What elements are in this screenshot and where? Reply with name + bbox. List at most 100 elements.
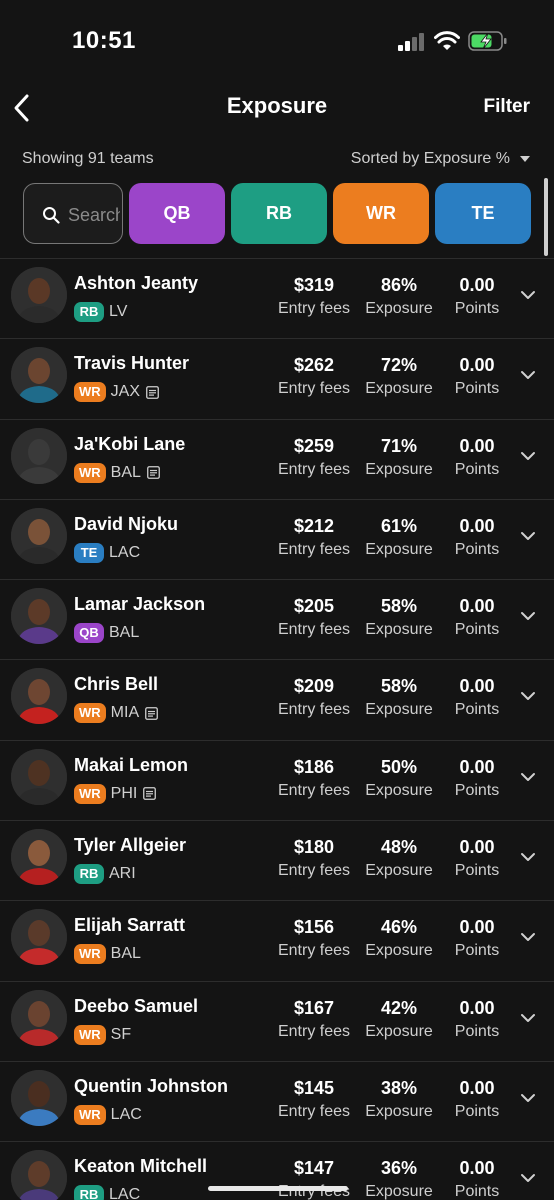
search-input[interactable] (68, 202, 120, 228)
entry-fees-value: $319 (293, 275, 335, 295)
player-name: Keaton Mitchell (74, 1156, 208, 1177)
chip-wr[interactable]: WR (333, 183, 429, 244)
scrollbar[interactable] (544, 178, 548, 256)
chevron-down-icon[interactable] (520, 1012, 536, 1024)
chevron-down-icon[interactable] (520, 1172, 536, 1184)
chevron-down-icon[interactable] (520, 369, 536, 381)
points-stat: 0.00 Points (444, 596, 510, 639)
exposure-stat: 46% Exposure (360, 917, 438, 960)
position-badge: WR (74, 703, 106, 724)
points-value: 0.00 (459, 435, 495, 456)
player-row[interactable]: Keaton Mitchell RB LAC $147 Entry fees 3… (0, 1141, 554, 1200)
exposure-label: Exposure (365, 1102, 433, 1120)
position-filter-bar: QB RB WR TE (22, 182, 554, 245)
chevron-down-icon[interactable] (520, 610, 536, 622)
chevron-down-icon[interactable] (520, 851, 536, 863)
points-value: 0.00 (459, 676, 495, 697)
exposure-value: 48% (380, 837, 418, 858)
entry-fees-stat: $167 Entry fees (270, 998, 358, 1041)
team-abbr: BAL (110, 945, 141, 963)
exposure-stat: 48% Exposure (360, 837, 438, 880)
exposure-stat: 72% Exposure (360, 355, 438, 398)
exposure-label: Exposure (365, 1022, 433, 1040)
entry-fees-stat: $209 Entry fees (270, 676, 358, 719)
player-row[interactable]: Makai Lemon WR PHI $186 Entry fees 50% E… (0, 739, 554, 820)
entry-fees-value: $259 (293, 435, 335, 456)
points-label: Points (454, 1183, 500, 1200)
player-row[interactable]: Ashton Jeanty RB LV $319 Entry fees 86% … (0, 258, 554, 338)
team-abbr: LAC (109, 543, 141, 561)
player-avatar (11, 1069, 67, 1126)
exposure-label: Exposure (365, 460, 433, 478)
player-row[interactable]: Deebo Samuel WR SF $167 Entry fees 42% E… (0, 980, 554, 1061)
entry-fees-value: $180 (293, 837, 335, 858)
home-indicator[interactable] (208, 1186, 348, 1191)
chevron-down-icon[interactable] (520, 1092, 536, 1104)
player-row[interactable]: Lamar Jackson QB BAL $205 Entry fees 58%… (0, 579, 554, 659)
page-title: Exposure (226, 93, 328, 118)
player-meta: WR SF (74, 1024, 131, 1046)
chevron-down-icon[interactable] (520, 771, 536, 783)
position-badge: RB (74, 864, 104, 885)
status-time: 10:51 (72, 27, 136, 54)
player-name: Lamar Jackson (74, 594, 206, 615)
position-badge: WR (74, 944, 106, 965)
filter-button[interactable]: Filter (484, 96, 530, 118)
entry-fees-value: $212 (293, 515, 335, 536)
note-icon (143, 787, 157, 801)
chip-rb[interactable]: RB (231, 183, 327, 244)
player-meta: WR LAC (74, 1104, 142, 1126)
player-row[interactable]: Ja'Kobi Lane WR BAL $259 Entry fees 71% … (0, 418, 554, 499)
chevron-down-icon[interactable] (520, 690, 536, 702)
player-avatar (11, 588, 67, 645)
note-icon (145, 707, 159, 720)
points-label: Points (454, 1102, 500, 1120)
points-label: Points (454, 540, 500, 558)
position-badge: WR (74, 1104, 106, 1125)
search-box[interactable] (23, 183, 123, 244)
exposure-label: Exposure (365, 781, 433, 799)
entry-fees-stat: $259 Entry fees (270, 436, 358, 479)
entry-fees-stat: $319 Entry fees (270, 275, 358, 318)
exposure-value: 36% (380, 1158, 418, 1179)
entry-fees-stat: $212 Entry fees (270, 516, 358, 559)
chevron-down-icon[interactable] (520, 450, 536, 462)
chip-qb[interactable]: QB (129, 183, 225, 244)
entry-fees-label: Entry fees (277, 1102, 351, 1120)
player-row[interactable]: Elijah Sarratt WR BAL $156 Entry fees 46… (0, 900, 554, 980)
exposure-value: 42% (380, 997, 418, 1018)
sort-dropdown[interactable]: Sorted by Exposure % (351, 150, 530, 168)
points-stat: 0.00 Points (444, 757, 510, 800)
points-value: 0.00 (459, 997, 495, 1018)
wifi-icon (434, 31, 460, 50)
points-label: Points (454, 1022, 500, 1040)
entry-fees-value: $262 (293, 355, 335, 376)
entry-fees-stat: $205 Entry fees (270, 596, 358, 639)
exposure-value: 61% (380, 515, 418, 536)
player-avatar (11, 989, 67, 1046)
exposure-stat: 50% Exposure (360, 757, 438, 800)
player-row[interactable]: Quentin Johnston WR LAC $145 Entry fees … (0, 1060, 554, 1141)
entry-fees-value: $156 (293, 917, 335, 938)
points-label: Points (454, 701, 500, 719)
player-row[interactable]: Travis Hunter WR JAX $262 Entry fees 72%… (0, 338, 554, 418)
team-abbr: LAC (110, 1105, 142, 1123)
player-avatar (11, 267, 67, 323)
chip-te[interactable]: TE (435, 183, 531, 244)
chevron-down-icon[interactable] (520, 289, 536, 301)
chevron-down-icon[interactable] (520, 931, 536, 943)
points-stat: 0.00 Points (444, 1158, 510, 1200)
player-avatar (11, 507, 67, 564)
player-meta: WR JAX (74, 381, 159, 403)
player-row[interactable]: Tyler Allgeier RB ARI $180 Entry fees 48… (0, 820, 554, 900)
exposure-stat: 38% Exposure (360, 1078, 438, 1121)
exposure-value: 50% (380, 756, 418, 777)
points-value: 0.00 (459, 756, 495, 777)
entry-fees-stat: $156 Entry fees (270, 917, 358, 960)
position-badge: QB (74, 623, 104, 644)
player-meta: RB LV (74, 301, 127, 323)
player-row[interactable]: Chris Bell WR MIA $209 Entry fees 58% Ex… (0, 659, 554, 739)
player-row[interactable]: David Njoku TE LAC $212 Entry fees 61% E… (0, 498, 554, 579)
chevron-down-icon[interactable] (520, 530, 536, 542)
points-label: Points (454, 621, 500, 639)
